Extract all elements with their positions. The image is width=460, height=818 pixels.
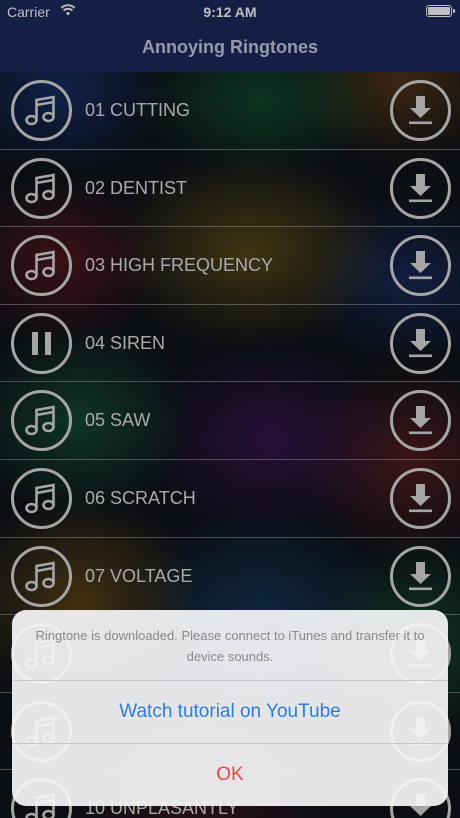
alert-message: Ringtone is downloaded. Please connect t… bbox=[35, 628, 425, 664]
ok-button[interactable]: OK bbox=[12, 743, 448, 805]
watch-tutorial-button[interactable]: Watch tutorial on YouTube bbox=[12, 680, 448, 742]
download-alert: Ringtone is downloaded. Please connect t… bbox=[12, 610, 448, 806]
